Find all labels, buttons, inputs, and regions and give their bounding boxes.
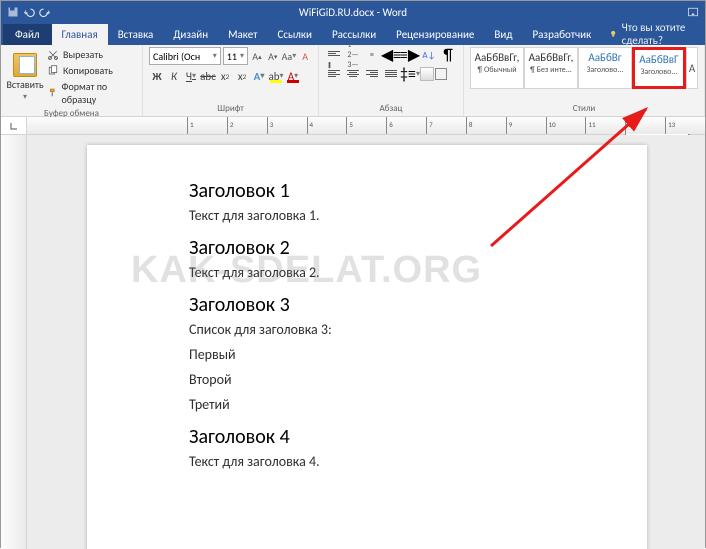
doc-heading-4[interactable]: Заголовок 4 bbox=[189, 425, 617, 449]
clear-format-button[interactable]: A bbox=[298, 47, 312, 65]
inc-indent-button[interactable]: ≡▶ bbox=[401, 47, 419, 63]
italic-button[interactable]: К bbox=[166, 68, 182, 84]
align-right-button[interactable] bbox=[363, 66, 381, 82]
multilevel-button[interactable]: ≡ bbox=[363, 47, 381, 63]
style-no-spacing[interactable]: АаБбВвГг,¶ Без инте... bbox=[524, 47, 578, 89]
line-spacing-button[interactable]: ‡≡▾ bbox=[401, 66, 419, 82]
tab-developer[interactable]: Разработчик bbox=[522, 24, 601, 45]
tell-me-label: Что вы хотите сделать? bbox=[622, 21, 697, 47]
group-label-paragraph: Абзац bbox=[325, 102, 457, 115]
paste-icon bbox=[13, 53, 37, 77]
format-painter-button[interactable]: Формат по образцу bbox=[45, 79, 136, 107]
paste-label: Вставить bbox=[6, 78, 43, 91]
doc-p-1[interactable]: Текст для заголовка 1. bbox=[189, 207, 617, 224]
change-case-button[interactable]: Aa▾ bbox=[282, 47, 297, 65]
tab-home[interactable]: Главная bbox=[52, 24, 108, 45]
font-name-combo[interactable]: Calibri (Осн▾ bbox=[149, 47, 221, 65]
doc-p-4[interactable]: Текст для заголовка 4. bbox=[189, 453, 617, 470]
copy-button[interactable]: Копировать bbox=[45, 63, 136, 78]
doc-p-2[interactable]: Текст для заголовка 2. bbox=[189, 264, 617, 281]
cut-button[interactable]: Вырезать bbox=[45, 47, 136, 62]
tab-view[interactable]: Вид bbox=[484, 24, 522, 45]
tab-file[interactable]: Файл bbox=[3, 24, 52, 45]
style-heading2[interactable]: АаБбВвГЗаголово... bbox=[632, 47, 686, 89]
numbering-button[interactable]: 1—2—3— bbox=[344, 47, 362, 63]
tab-design[interactable]: Дизайн bbox=[163, 24, 218, 45]
strike-button[interactable]: abc bbox=[200, 68, 216, 84]
group-styles: АаБбВвГг,¶ Обычный АаБбВвГг,¶ Без инте..… bbox=[464, 45, 705, 116]
align-center-button[interactable] bbox=[344, 66, 362, 82]
ruler-bar bbox=[1, 117, 705, 135]
dec-indent-button[interactable]: ◀≡ bbox=[382, 47, 400, 63]
sort-button[interactable]: A↓ bbox=[420, 47, 438, 63]
scissors-icon bbox=[47, 49, 59, 61]
align-left-button[interactable] bbox=[325, 66, 343, 82]
subscript-button[interactable]: x2 bbox=[217, 68, 233, 84]
doc-li-3[interactable]: Третий bbox=[189, 396, 617, 413]
group-clipboard: Вставить ▾ Вырезать Копировать Формат по… bbox=[1, 45, 143, 116]
text-effects-button[interactable]: A▾ bbox=[251, 68, 267, 84]
tell-me-search[interactable]: Что вы хотите сделать? bbox=[601, 21, 705, 47]
style-normal[interactable]: АаБбВвГг,¶ Обычный bbox=[470, 47, 524, 89]
tab-review[interactable]: Рецензирование bbox=[386, 24, 484, 45]
bullets-button[interactable] bbox=[325, 47, 343, 63]
shrink-font-button[interactable]: A▾ bbox=[266, 47, 280, 65]
font-color-button[interactable]: A▾ bbox=[285, 68, 301, 84]
bold-button[interactable]: Ж bbox=[149, 68, 165, 84]
ribbon: Вставить ▾ Вырезать Копировать Формат по… bbox=[1, 45, 705, 117]
superscript-button[interactable]: x2 bbox=[234, 68, 250, 84]
tab-insert[interactable]: Вставка bbox=[108, 24, 164, 45]
ribbon-options-icon[interactable] bbox=[687, 6, 699, 18]
borders-button[interactable] bbox=[435, 68, 447, 80]
show-marks-button[interactable]: ¶ bbox=[439, 47, 457, 63]
page-area[interactable]: Заголовок 1 Текст для заголовка 1. Загол… bbox=[27, 135, 705, 549]
group-font: Calibri (Осн▾ 11▾ A▴ A▾ Aa▾ A Ж К Ч▾ abc… bbox=[143, 45, 319, 116]
grow-font-button[interactable]: A▴ bbox=[250, 47, 264, 65]
tab-layout[interactable]: Макет bbox=[218, 24, 267, 45]
paste-button[interactable]: Вставить ▾ bbox=[7, 53, 43, 102]
ruler-corner[interactable] bbox=[1, 117, 27, 134]
highlight-button[interactable]: ab▾ bbox=[268, 68, 284, 84]
doc-heading-1[interactable]: Заголовок 1 bbox=[189, 179, 617, 203]
doc-heading-2[interactable]: Заголовок 2 bbox=[189, 236, 617, 260]
doc-heading-3[interactable]: Заголовок 3 bbox=[189, 293, 617, 317]
copy-icon bbox=[47, 65, 59, 77]
tab-references[interactable]: Ссылки bbox=[267, 24, 322, 45]
font-size-combo[interactable]: 11▾ bbox=[223, 47, 248, 65]
underline-button[interactable]: Ч▾ bbox=[183, 68, 199, 84]
doc-p-3[interactable]: Список для заголовка 3: bbox=[189, 321, 617, 338]
doc-li-1[interactable]: Первый bbox=[189, 346, 617, 363]
group-label-styles: Стили bbox=[470, 102, 698, 115]
save-icon[interactable] bbox=[7, 6, 19, 18]
style-heading1[interactable]: АаБбВгЗаголово... bbox=[578, 47, 632, 89]
bulb-icon bbox=[609, 28, 617, 40]
align-justify-button[interactable] bbox=[382, 66, 400, 82]
titlebar: WiFiGiD.RU.docx - Word bbox=[1, 1, 705, 23]
workspace: Заголовок 1 Текст для заголовка 1. Загол… bbox=[1, 135, 705, 549]
doc-li-2[interactable]: Второй bbox=[189, 371, 617, 388]
horizontal-ruler[interactable] bbox=[27, 117, 705, 134]
redo-icon[interactable] bbox=[39, 6, 51, 18]
undo-icon[interactable] bbox=[23, 6, 35, 18]
style-more[interactable]: А bbox=[686, 47, 698, 89]
window-title: WiFiGiD.RU.docx - Word bbox=[299, 6, 407, 19]
shading-button[interactable] bbox=[420, 67, 434, 81]
group-label-font: Шрифт bbox=[149, 102, 312, 115]
brush-icon bbox=[47, 87, 58, 99]
document-page[interactable]: Заголовок 1 Текст для заголовка 1. Загол… bbox=[87, 145, 647, 549]
group-paragraph: 1—2—3— ≡ ◀≡ ≡▶ A↓ ¶ ‡≡▾ Абзац bbox=[319, 45, 464, 116]
tab-selector-icon bbox=[9, 121, 19, 131]
vertical-ruler[interactable] bbox=[1, 135, 27, 549]
